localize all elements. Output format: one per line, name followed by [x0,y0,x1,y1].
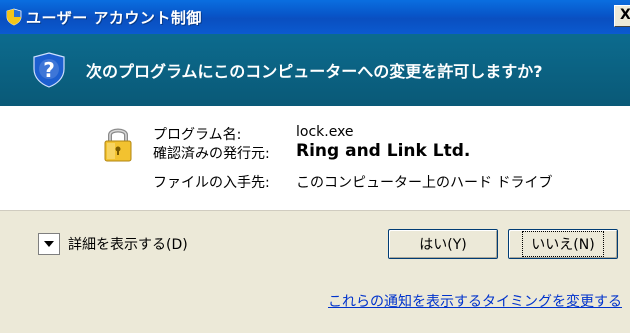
yes-button-label: はい(Y) [419,237,467,253]
file-source-value: このコンピューター上のハード ドライブ [296,175,553,191]
publisher-value: Ring and Link Ltd. [296,141,471,161]
chevron-down-icon [44,241,54,247]
footer: 詳細を表示する(D) はい(Y) いいえ(N) これらの通知を表示するタイミング… [0,211,630,333]
svg-text:?: ? [43,58,55,82]
shield-icon [6,8,22,26]
help-icon: ? [33,52,65,88]
title-bar: ユーザー アカウント制御 X [0,0,630,34]
uac-dialog: ユーザー アカウント制御 X ? 次のプログラムにこのコンピューターへの変更を許… [0,0,630,333]
show-details-toggle[interactable]: 詳細を表示する(D) [38,233,188,255]
file-source-row: ファイルの入手先: このコンピューター上のハード ドライブ [153,172,552,192]
details-label: 詳細を表示する(D) [68,237,188,253]
details-expand-button[interactable] [38,233,60,255]
program-info-panel: プログラム名: lock.exe 確認済みの発行元: Ring and Link… [0,106,630,210]
publisher-label: 確認済みの発行元: [153,146,270,162]
close-button[interactable]: X [614,5,630,27]
program-name-value: lock.exe [296,124,354,140]
publisher-row: 確認済みの発行元: Ring and Link Ltd. [153,141,470,163]
prompt-question: 次のプログラムにこのコンピューターへの変更を許可しますか? [86,62,543,81]
file-source-label: ファイルの入手先: [153,175,270,191]
window-title: ユーザー アカウント制御 [26,8,202,27]
no-button-label: いいえ(N) [522,231,604,257]
program-name-row: プログラム名: lock.exe [153,124,354,144]
program-name-label: プログラム名: [153,127,242,143]
no-button[interactable]: いいえ(N) [508,229,618,259]
yes-button[interactable]: はい(Y) [388,229,498,259]
header-band: ? 次のプログラムにこのコンピューターへの変更を許可しますか? [0,34,630,106]
notification-settings-link[interactable]: これらの通知を表示するタイミングを変更する [328,291,622,311]
lock-icon [104,128,132,162]
